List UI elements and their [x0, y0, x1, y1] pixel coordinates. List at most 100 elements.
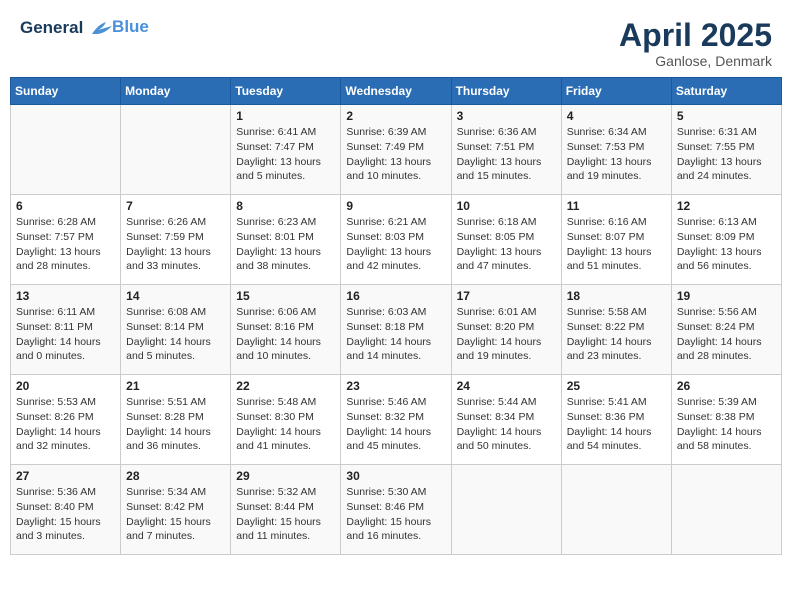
calendar-cell [121, 105, 231, 195]
day-info: Sunrise: 6:06 AM Sunset: 8:16 PM Dayligh… [236, 305, 335, 364]
day-number: 29 [236, 469, 335, 483]
calendar-table: SundayMondayTuesdayWednesdayThursdayFrid… [10, 77, 782, 555]
day-number: 19 [677, 289, 776, 303]
weekday-header-saturday: Saturday [671, 78, 781, 105]
day-number: 20 [16, 379, 115, 393]
logo-line1: General [20, 18, 83, 37]
day-info: Sunrise: 6:11 AM Sunset: 8:11 PM Dayligh… [16, 305, 115, 364]
day-number: 18 [567, 289, 666, 303]
day-info: Sunrise: 6:28 AM Sunset: 7:57 PM Dayligh… [16, 215, 115, 274]
calendar-cell: 14 Sunrise: 6:08 AM Sunset: 8:14 PM Dayli… [121, 285, 231, 375]
calendar-cell: 15 Sunrise: 6:06 AM Sunset: 8:16 PM Dayli… [231, 285, 341, 375]
day-number: 17 [457, 289, 556, 303]
calendar-cell: 29Sunrise: 5:32 AM Sunset: 8:44 PM Dayli… [231, 465, 341, 555]
day-info: Sunrise: 5:48 AM Sunset: 8:30 PM Dayligh… [236, 395, 335, 454]
day-number: 13 [16, 289, 115, 303]
day-info: Sunrise: 5:39 AM Sunset: 8:38 PM Dayligh… [677, 395, 776, 454]
day-number: 22 [236, 379, 335, 393]
day-number: 3 [457, 109, 556, 123]
day-info: Sunrise: 5:56 AM Sunset: 8:24 PM Dayligh… [677, 305, 776, 364]
weekday-header-thursday: Thursday [451, 78, 561, 105]
calendar-cell [671, 465, 781, 555]
page-header: General Blue April 2025 Ganlose, Denmark [10, 10, 782, 69]
location-subtitle: Ganlose, Denmark [619, 53, 772, 69]
title-area: April 2025 Ganlose, Denmark [619, 18, 772, 69]
weekday-header-sunday: Sunday [11, 78, 121, 105]
day-info: Sunrise: 6:26 AM Sunset: 7:59 PM Dayligh… [126, 215, 225, 274]
calendar-cell: 12 Sunrise: 6:13 AM Sunset: 8:09 PM Dayli… [671, 195, 781, 285]
day-number: 11 [567, 199, 666, 213]
calendar-cell [561, 465, 671, 555]
day-number: 2 [346, 109, 445, 123]
calendar-cell: 6 Sunrise: 6:28 AM Sunset: 7:57 PM Daylig… [11, 195, 121, 285]
day-info: Sunrise: 5:34 AM Sunset: 8:42 PM Dayligh… [126, 485, 225, 544]
day-number: 4 [567, 109, 666, 123]
day-number: 9 [346, 199, 445, 213]
day-info: Sunrise: 6:08 AM Sunset: 8:14 PM Dayligh… [126, 305, 225, 364]
logo-line2: Blue [112, 17, 149, 36]
day-number: 10 [457, 199, 556, 213]
day-info: Sunrise: 5:41 AM Sunset: 8:36 PM Dayligh… [567, 395, 666, 454]
calendar-cell: 28 Sunrise: 5:34 AM Sunset: 8:42 PM Dayli… [121, 465, 231, 555]
calendar-cell: 7Sunrise: 6:26 AM Sunset: 7:59 PM Daylig… [121, 195, 231, 285]
day-info: Sunrise: 6:39 AM Sunset: 7:49 PM Dayligh… [346, 125, 445, 184]
calendar-cell: 20Sunrise: 5:53 AM Sunset: 8:26 PM Dayli… [11, 375, 121, 465]
month-year-title: April 2025 [619, 18, 772, 53]
day-info: Sunrise: 5:58 AM Sunset: 8:22 PM Dayligh… [567, 305, 666, 364]
day-info: Sunrise: 6:36 AM Sunset: 7:51 PM Dayligh… [457, 125, 556, 184]
calendar-cell: 18 Sunrise: 5:58 AM Sunset: 8:22 PM Dayli… [561, 285, 671, 375]
calendar-cell [451, 465, 561, 555]
calendar-cell: 27Sunrise: 5:36 AM Sunset: 8:40 PM Dayli… [11, 465, 121, 555]
day-number: 14 [126, 289, 225, 303]
calendar-cell: 17 Sunrise: 6:01 AM Sunset: 8:20 PM Dayli… [451, 285, 561, 375]
calendar-week-row: 13 Sunrise: 6:11 AM Sunset: 8:11 PM Dayli… [11, 285, 782, 375]
day-number: 5 [677, 109, 776, 123]
weekday-header-row: SundayMondayTuesdayWednesdayThursdayFrid… [11, 78, 782, 105]
calendar-week-row: 20Sunrise: 5:53 AM Sunset: 8:26 PM Dayli… [11, 375, 782, 465]
calendar-cell: 9 Sunrise: 6:21 AM Sunset: 8:03 PM Daylig… [341, 195, 451, 285]
weekday-header-monday: Monday [121, 78, 231, 105]
calendar-week-row: 27Sunrise: 5:36 AM Sunset: 8:40 PM Dayli… [11, 465, 782, 555]
day-number: 24 [457, 379, 556, 393]
day-info: Sunrise: 5:46 AM Sunset: 8:32 PM Dayligh… [346, 395, 445, 454]
calendar-cell: 16 Sunrise: 6:03 AM Sunset: 8:18 PM Dayli… [341, 285, 451, 375]
calendar-cell: 10 Sunrise: 6:18 AM Sunset: 8:05 PM Dayli… [451, 195, 561, 285]
day-info: Sunrise: 6:23 AM Sunset: 8:01 PM Dayligh… [236, 215, 335, 274]
calendar-cell: 30Sunrise: 5:30 AM Sunset: 8:46 PM Dayli… [341, 465, 451, 555]
weekday-header-tuesday: Tuesday [231, 78, 341, 105]
calendar-cell: 1 Sunrise: 6:41 AM Sunset: 7:47 PM Daylig… [231, 105, 341, 195]
day-number: 16 [346, 289, 445, 303]
day-info: Sunrise: 6:41 AM Sunset: 7:47 PM Dayligh… [236, 125, 335, 184]
day-info: Sunrise: 6:16 AM Sunset: 8:07 PM Dayligh… [567, 215, 666, 274]
calendar-cell: 26 Sunrise: 5:39 AM Sunset: 8:38 PM Dayli… [671, 375, 781, 465]
calendar-cell: 13 Sunrise: 6:11 AM Sunset: 8:11 PM Dayli… [11, 285, 121, 375]
day-number: 26 [677, 379, 776, 393]
calendar-cell: 22 Sunrise: 5:48 AM Sunset: 8:30 PM Dayli… [231, 375, 341, 465]
day-info: Sunrise: 6:21 AM Sunset: 8:03 PM Dayligh… [346, 215, 445, 274]
day-info: Sunrise: 6:01 AM Sunset: 8:20 PM Dayligh… [457, 305, 556, 364]
calendar-cell: 4Sunrise: 6:34 AM Sunset: 7:53 PM Daylig… [561, 105, 671, 195]
calendar-cell: 5Sunrise: 6:31 AM Sunset: 7:55 PM Daylig… [671, 105, 781, 195]
logo-bird-icon [90, 20, 112, 38]
day-number: 6 [16, 199, 115, 213]
day-info: Sunrise: 6:03 AM Sunset: 8:18 PM Dayligh… [346, 305, 445, 364]
day-number: 15 [236, 289, 335, 303]
calendar-cell: 11 Sunrise: 6:16 AM Sunset: 8:07 PM Dayli… [561, 195, 671, 285]
calendar-cell: 3 Sunrise: 6:36 AM Sunset: 7:51 PM Daylig… [451, 105, 561, 195]
day-number: 12 [677, 199, 776, 213]
calendar-week-row: 1 Sunrise: 6:41 AM Sunset: 7:47 PM Daylig… [11, 105, 782, 195]
day-info: Sunrise: 6:13 AM Sunset: 8:09 PM Dayligh… [677, 215, 776, 274]
day-info: Sunrise: 6:18 AM Sunset: 8:05 PM Dayligh… [457, 215, 556, 274]
day-info: Sunrise: 5:44 AM Sunset: 8:34 PM Dayligh… [457, 395, 556, 454]
day-info: Sunrise: 5:30 AM Sunset: 8:46 PM Dayligh… [346, 485, 445, 544]
calendar-cell: 24 Sunrise: 5:44 AM Sunset: 8:34 PM Dayli… [451, 375, 561, 465]
logo: General Blue [20, 18, 149, 38]
calendar-cell: 8Sunrise: 6:23 AM Sunset: 8:01 PM Daylig… [231, 195, 341, 285]
day-number: 28 [126, 469, 225, 483]
day-number: 25 [567, 379, 666, 393]
day-number: 1 [236, 109, 335, 123]
calendar-cell [11, 105, 121, 195]
logo-text: General Blue [20, 18, 149, 38]
calendar-cell: 21Sunrise: 5:51 AM Sunset: 8:28 PM Dayli… [121, 375, 231, 465]
weekday-header-wednesday: Wednesday [341, 78, 451, 105]
